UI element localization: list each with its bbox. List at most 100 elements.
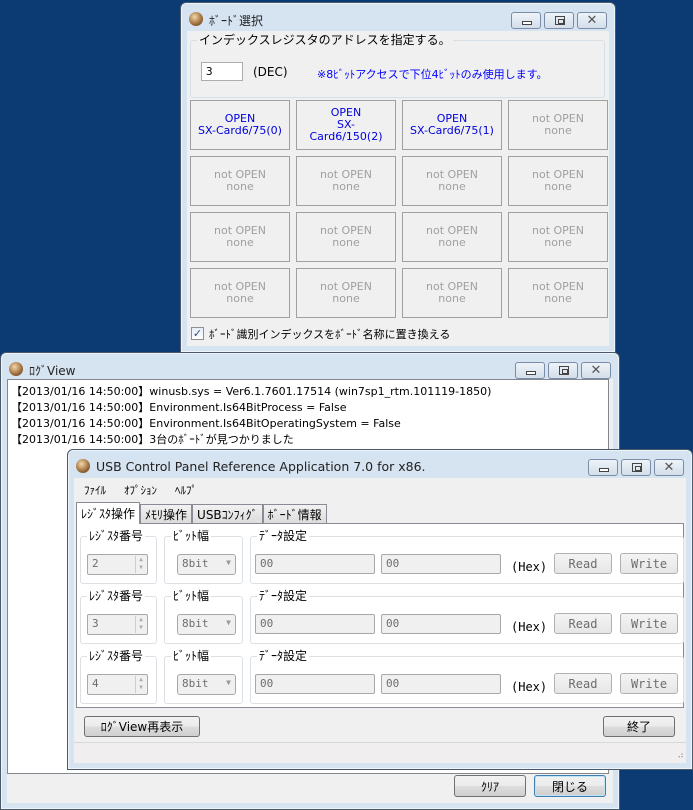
spin-updown-icon[interactable]: ▲ ▼ <box>135 676 146 693</box>
close-button[interactable]: ✕ <box>654 459 684 476</box>
board-name: none <box>544 236 572 249</box>
write-button[interactable]: Write <box>620 553 678 574</box>
register-number-spinner[interactable]: 3 ▲ ▼ <box>87 614 148 635</box>
board-button[interactable]: not OPEN none <box>508 212 608 262</box>
tab-usb-config[interactable]: USBｺﾝﾌｨｸﾞ <box>192 504 263 523</box>
hex-label: (Hex) <box>511 620 548 634</box>
board-name: none <box>438 292 466 305</box>
close-button[interactable]: ✕ <box>581 362 611 379</box>
clear-button[interactable]: ｸﾘｱ <box>454 775 526 797</box>
bit-width-group: ﾋﾞｯﾄ幅 8bit ▼ <box>164 529 243 584</box>
tab-board-info[interactable]: ﾎﾞｰﾄﾞ情報 <box>262 504 327 523</box>
log-reshow-button[interactable]: ﾛｸﾞView再表示 <box>84 716 200 737</box>
data-field-2[interactable]: 00 <box>381 614 501 634</box>
minimize-button[interactable] <box>515 362 545 379</box>
minimize-icon <box>599 468 609 472</box>
log-line: 【2013/01/16 14:50:00】Environment.Is64Bit… <box>11 401 347 414</box>
board-button[interactable]: OPEN SX-Card6/75(1) <box>402 100 502 150</box>
menu-bar: ﾌｧｲﾙ ｵﾌﾟｼｮﾝ ﾍﾙﾌﾟ <box>74 478 686 498</box>
board-button[interactable]: OPEN SX-Card6/75(0) <box>190 100 290 150</box>
bit-width-select[interactable]: 8bit ▼ <box>177 554 236 575</box>
index-address-group: インデックスレジスタのアドレスを指定する。 3 (DEC) ※8ﾋﾞｯﾄアクセス… <box>190 33 605 98</box>
register-tab-panel: ﾚｼﾞｽﾀ番号 2 ▲ ▼ ﾋﾞｯﾄ幅 8bit ▼ ﾃﾞｰﾀ設定 00 00 (… <box>76 523 684 708</box>
log-close-button[interactable]: 閉じる <box>534 775 606 797</box>
minimize-button[interactable] <box>511 12 541 29</box>
maximize-icon <box>632 463 642 472</box>
bit-note: ※8ﾋﾞｯﾄアクセスで下位4ﾋﾞｯﾄのみ使用します。 <box>317 68 548 81</box>
dec-label: (DEC) <box>253 65 288 79</box>
hex-label: (Hex) <box>511 560 548 574</box>
bit-width-select[interactable]: 8bit ▼ <box>177 674 236 695</box>
menu-options[interactable]: ｵﾌﾟｼｮﾝ <box>124 482 157 498</box>
board-name: none <box>226 292 254 305</box>
bit-width-value: 8bit <box>182 677 209 690</box>
app-titlebar[interactable]: USB Control Panel Reference Application … <box>68 450 692 478</box>
board-button[interactable]: not OPEN none <box>402 212 502 262</box>
replace-name-checkbox[interactable]: ✓ <box>191 327 204 340</box>
data-field-2[interactable]: 00 <box>381 554 501 574</box>
board-name: SX-Card6/150(2) <box>309 118 383 143</box>
board-grid: OPEN SX-Card6/75(0) OPEN SX-Card6/150(2) OPE… <box>190 100 608 318</box>
register-number-label: ﾚｼﾞｽﾀ番号 <box>87 529 146 543</box>
board-button[interactable]: not OPEN none <box>190 156 290 206</box>
spin-updown-icon[interactable]: ▲ ▼ <box>135 556 146 573</box>
index-address-input[interactable]: 3 <box>201 62 243 81</box>
maximize-icon <box>555 16 565 25</box>
menu-help[interactable]: ﾍﾙﾌﾟ <box>175 482 197 498</box>
data-field-1[interactable]: 00 <box>255 614 375 634</box>
log-window-title: ﾛｸﾞView <box>29 364 76 378</box>
exit-button[interactable]: 終了 <box>603 716 675 737</box>
register-number-value: 4 <box>92 677 99 690</box>
register-number-spinner[interactable]: 4 ▲ ▼ <box>87 674 148 695</box>
data-field-2[interactable]: 00 <box>381 674 501 694</box>
tab-register[interactable]: ﾚｼﾞｽﾀ操作 <box>76 502 141 524</box>
minimize-icon <box>522 21 532 25</box>
maximize-button[interactable] <box>621 459 651 476</box>
maximize-button[interactable] <box>548 362 578 379</box>
close-button[interactable]: ✕ <box>577 12 607 29</box>
log-titlebar[interactable]: ﾛｸﾞView ✕ <box>1 353 619 381</box>
menu-file[interactable]: ﾌｧｲﾙ <box>84 482 106 498</box>
board-name: none <box>226 236 254 249</box>
read-button[interactable]: Read <box>554 553 612 574</box>
bit-width-select[interactable]: 8bit ▼ <box>177 614 236 635</box>
replace-name-label: ﾎﾞｰﾄﾞ識別インデックスをﾎﾞｰﾄﾞ名称に置き換える <box>209 328 451 341</box>
read-button[interactable]: Read <box>554 673 612 694</box>
tab-memory[interactable]: ﾒﾓﾘ操作 <box>140 504 193 523</box>
write-button[interactable]: Write <box>620 673 678 694</box>
register-number-value: 3 <box>92 617 99 630</box>
board-button[interactable]: not OPEN none <box>296 212 396 262</box>
board-button[interactable]: not OPEN none <box>296 156 396 206</box>
board-name: none <box>544 124 572 137</box>
resize-grip-icon[interactable]: ⠴ <box>677 751 684 761</box>
register-number-spinner[interactable]: 2 ▲ ▼ <box>87 554 148 575</box>
board-button[interactable]: not OPEN none <box>508 156 608 206</box>
board-button[interactable]: not OPEN none <box>508 100 608 150</box>
maximize-button[interactable] <box>544 12 574 29</box>
board-name: none <box>226 180 254 193</box>
board-select-window: ﾎﾞｰﾄﾞ選択 ✕ インデックスレジスタのアドレスを指定する。 3 (DEC) … <box>180 2 616 353</box>
write-button[interactable]: Write <box>620 613 678 634</box>
spin-updown-icon[interactable]: ▲ ▼ <box>135 616 146 633</box>
board-name: none <box>332 180 360 193</box>
app-icon <box>9 362 23 376</box>
board-button[interactable]: not OPEN none <box>402 156 502 206</box>
minimize-button[interactable] <box>588 459 618 476</box>
board-titlebar[interactable]: ﾎﾞｰﾄﾞ選択 ✕ <box>181 3 615 31</box>
bit-width-group: ﾋﾞｯﾄ幅 8bit ▼ <box>164 589 243 644</box>
register-number-group: ﾚｼﾞｽﾀ番号 3 ▲ ▼ <box>80 589 157 644</box>
data-setting-group: ﾃﾞｰﾀ設定 00 00 (Hex) Read Write <box>250 529 684 584</box>
read-button[interactable]: Read <box>554 613 612 634</box>
board-button[interactable]: not OPEN none <box>402 268 502 318</box>
board-name: none <box>332 292 360 305</box>
board-button[interactable]: not OPEN none <box>296 268 396 318</box>
data-field-1[interactable]: 00 <box>255 554 375 574</box>
data-setting-label: ﾃﾞｰﾀ設定 <box>257 529 310 543</box>
board-button[interactable]: not OPEN none <box>190 268 290 318</box>
maximize-icon <box>559 366 569 375</box>
hex-label: (Hex) <box>511 680 548 694</box>
board-button[interactable]: not OPEN none <box>508 268 608 318</box>
board-button[interactable]: not OPEN none <box>190 212 290 262</box>
data-field-1[interactable]: 00 <box>255 674 375 694</box>
board-button[interactable]: OPEN SX-Card6/150(2) <box>296 100 396 150</box>
